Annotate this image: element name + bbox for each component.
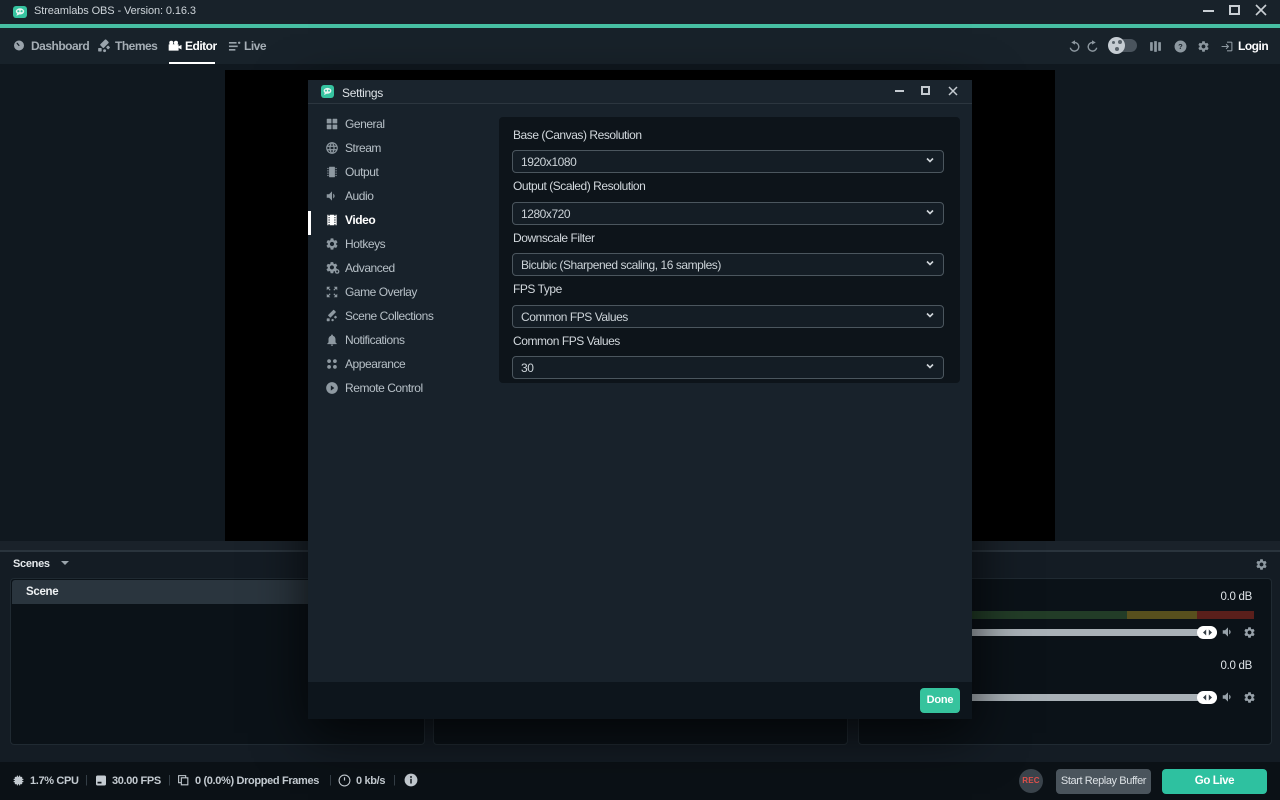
svg-text:?: ? xyxy=(1178,42,1183,51)
